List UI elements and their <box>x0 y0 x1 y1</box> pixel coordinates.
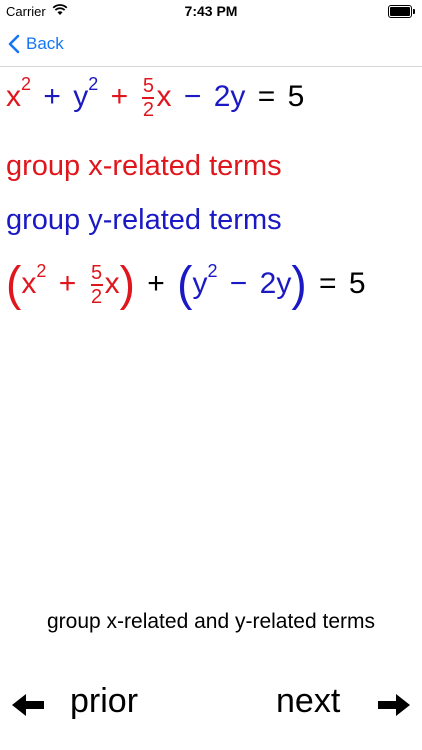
eq-exp-y: 2 <box>88 73 99 94</box>
equation-original: x2 + y2 + 52x − 2y = 5 <box>6 73 305 121</box>
clock: 7:43 PM <box>184 3 238 19</box>
eq-close-paren: ) <box>291 255 307 311</box>
eq-equals: = <box>257 79 276 113</box>
eq-term-x: x <box>21 267 37 300</box>
frac-denominator: 2 <box>142 99 155 121</box>
eq-open-paren: ( <box>177 255 193 311</box>
eq-exp-y: 2 <box>207 261 218 281</box>
eq-fraction: 52 <box>142 75 155 121</box>
eq-close-paren: ) <box>119 255 135 311</box>
frac-denominator: 2 <box>91 286 103 309</box>
eq-equals: = <box>319 267 337 300</box>
eq-minus: − <box>229 267 248 300</box>
footer-navigation: prior next <box>0 678 422 728</box>
eq-plus: + <box>58 267 77 300</box>
eq-term-x: x <box>156 79 172 113</box>
eq-coef: 2 <box>213 79 231 113</box>
navigation-bar: Back <box>0 22 422 67</box>
chevron-left-icon <box>8 34 20 54</box>
eq-term-x: x <box>6 79 21 113</box>
back-button[interactable]: Back <box>8 30 64 58</box>
eq-term-y: y <box>230 79 246 113</box>
battery-icon <box>388 5 415 18</box>
frac-numerator: 5 <box>142 75 155 97</box>
equation-grouped: (x2 + 5 2 x) + (y2 − 2y) = 5 <box>6 255 366 311</box>
step-caption: group x-related and y-related terms <box>47 610 375 633</box>
status-bar: Carrier 7:43 PM <box>0 0 422 22</box>
eq-plus: + <box>147 267 165 300</box>
eq-minus: − <box>183 79 202 113</box>
eq-term-x: x <box>104 267 120 300</box>
eq-fraction: 52 <box>90 262 103 309</box>
eq-exp-x: 2 <box>21 73 32 94</box>
eq-term-y: y <box>192 267 208 300</box>
eq-term-y: y <box>73 79 89 113</box>
eq-exp-x: 2 <box>36 261 47 281</box>
arrow-right-icon[interactable] <box>376 692 412 723</box>
eq-open-paren: ( <box>6 255 22 311</box>
prior-button[interactable]: prior <box>70 682 138 721</box>
next-button[interactable]: next <box>276 682 340 721</box>
eq-term-y: y <box>276 267 292 300</box>
arrow-left-icon[interactable] <box>10 692 46 723</box>
eq-plus: + <box>110 79 129 113</box>
frac-numerator: 5 <box>91 262 103 285</box>
back-label: Back <box>26 34 64 53</box>
step-group-y: group y-related terms <box>6 204 282 236</box>
eq-rhs: 5 <box>287 79 305 113</box>
eq-plus: + <box>43 79 61 113</box>
eq-coef: 2 <box>259 267 277 300</box>
step-group-x: group x-related terms <box>6 150 282 182</box>
eq-rhs: 5 <box>348 267 366 300</box>
